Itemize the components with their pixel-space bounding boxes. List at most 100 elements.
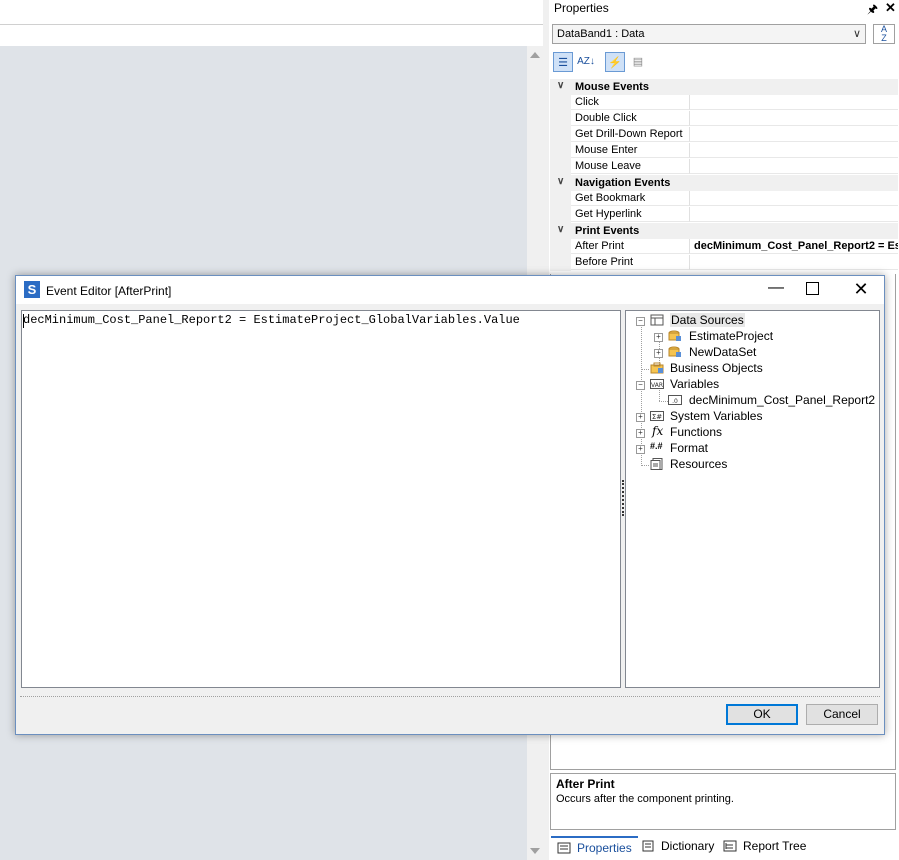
tab-label: Dictionary [661,839,715,853]
tree-connector [641,465,649,466]
scroll-up-icon[interactable] [530,52,540,58]
object-selector-dropdown[interactable]: DataBand1 : Data ∨ [552,24,866,44]
category-print-events[interactable]: ∨ Print Events [550,223,898,239]
property-value[interactable] [690,207,898,222]
property-row[interactable]: Before Print [550,255,898,271]
property-value[interactable] [690,111,898,126]
close-icon[interactable]: ✕ [885,0,896,16]
tree-item-variables[interactable]: Variables [670,377,719,391]
tree-item-data-sources[interactable]: Data Sources [670,313,745,327]
designer-ruler-strip [0,25,527,46]
property-row[interactable]: Mouse Leave [550,159,898,175]
code-editor[interactable]: decMinimum_Cost_Panel_Report2 = Estimate… [21,310,621,688]
designer-toolbar-strip [0,0,543,25]
collapse-toggle-icon[interactable]: − [636,317,645,326]
database-icon [668,346,681,357]
property-value[interactable]: decMinimum_Cost_Panel_Report2 = Estimate… [690,239,898,254]
property-name: Get Hyperlink [571,207,690,222]
tree-item-business-objects[interactable]: Business Objects [670,361,763,375]
report-tree-icon [723,840,737,852]
expand-toggle-icon[interactable]: + [636,445,645,454]
maximize-button[interactable] [806,282,819,295]
property-row-after-print[interactable]: After Print decMinimum_Cost_Panel_Report2… [550,239,898,255]
tree-connector [641,369,649,370]
system-variables-icon: Σ# [650,411,664,421]
chevron-down-icon[interactable]: ∨ [557,224,564,235]
property-name: Mouse Enter [571,143,690,158]
tab-label: Report Tree [743,839,807,853]
alphabetical-icon[interactable]: AZ↓ [576,52,596,72]
close-button[interactable]: ✕ [851,279,871,299]
description-title: After Print [556,777,615,791]
tree-item-estimateproject[interactable]: EstimateProject [689,329,773,343]
ok-button[interactable]: OK [726,704,798,725]
property-name: Before Print [571,255,690,270]
dictionary-tree[interactable]: − Data Sources + EstimateProject + NewDa… [625,310,880,688]
property-value[interactable] [690,159,898,174]
tab-label: Properties [577,841,632,855]
resources-icon [650,458,663,470]
sort-alphabetical-button[interactable]: AZ [873,24,895,44]
category-mouse-events[interactable]: ∨ Mouse Events [550,79,898,95]
dictionary-icon [642,840,654,852]
dialog-separator [20,696,880,697]
category-navigation-events[interactable]: ∨ Navigation Events [550,175,898,191]
dialog-title: Event Editor [AfterPrint] [46,284,172,298]
events-icon[interactable]: ⚡ [605,52,625,72]
minimize-button[interactable]: — [766,280,786,300]
property-name: Get Drill-Down Report [571,127,690,142]
chevron-down-icon[interactable]: ∨ [557,176,564,187]
data-sources-icon [650,314,664,326]
tree-item-variable[interactable]: decMinimum_Cost_Panel_Report2 [689,393,875,407]
collapse-toggle-icon[interactable]: − [636,381,645,390]
database-icon [668,330,681,341]
variables-icon: VAR [650,379,664,389]
scroll-down-icon[interactable] [530,848,540,854]
svg-text:Σ#: Σ# [652,413,662,421]
tree-item-functions[interactable]: Functions [670,425,722,439]
tab-report-tree[interactable]: Report Tree [719,836,810,858]
property-name: Mouse Leave [571,159,690,174]
property-name: Click [571,95,690,110]
property-name: Get Bookmark [571,191,690,206]
properties-panel-title: Properties [554,1,609,15]
business-objects-icon [650,362,664,374]
properties-tab-icon [557,842,571,854]
app-logo-icon: S [24,281,40,298]
panel-tabs: Properties Dictionary Report Tree [549,836,899,860]
property-description: After Print Occurs after the component p… [550,773,896,830]
property-value[interactable] [690,143,898,158]
property-row[interactable]: Click [550,95,898,111]
event-editor-dialog: S Event Editor [AfterPrint] — ✕ decMinim… [15,275,885,735]
tree-item-resources[interactable]: Resources [670,457,727,471]
tree-connector [659,401,668,402]
expand-toggle-icon[interactable]: + [654,349,663,358]
tree-item-system-variables[interactable]: System Variables [670,409,762,423]
properties-icon[interactable]: ▤ [628,52,648,72]
categorized-icon[interactable]: ☰ [553,52,573,72]
property-row[interactable]: Mouse Enter [550,143,898,159]
category-label: Print Events [575,225,640,237]
code-text[interactable]: decMinimum_Cost_Panel_Report2 = Estimate… [23,313,520,327]
property-row[interactable]: Get Bookmark [550,191,898,207]
expand-toggle-icon[interactable]: + [636,413,645,422]
property-row[interactable]: Get Drill-Down Report [550,127,898,143]
object-selector-value: DataBand1 : Data [557,28,645,40]
pin-icon[interactable]: 🖈 [867,0,878,21]
category-label: Navigation Events [575,177,671,189]
expand-toggle-icon[interactable]: + [636,429,645,438]
tab-properties[interactable]: Properties [551,836,638,860]
property-row[interactable]: Double Click [550,111,898,127]
tree-item-format[interactable]: Format [670,441,708,455]
cancel-button[interactable]: Cancel [806,704,878,725]
tab-dictionary[interactable]: Dictionary [637,836,718,858]
dialog-titlebar[interactable]: S Event Editor [AfterPrint] — ✕ [16,276,884,304]
property-value[interactable] [690,95,898,110]
property-value[interactable] [690,127,898,142]
tree-item-newdataset[interactable]: NewDataSet [689,345,756,359]
property-value[interactable] [690,191,898,206]
expand-toggle-icon[interactable]: + [654,333,663,342]
chevron-down-icon[interactable]: ∨ [557,80,564,91]
property-row[interactable]: Get Hyperlink [550,207,898,223]
property-value[interactable] [690,255,898,270]
